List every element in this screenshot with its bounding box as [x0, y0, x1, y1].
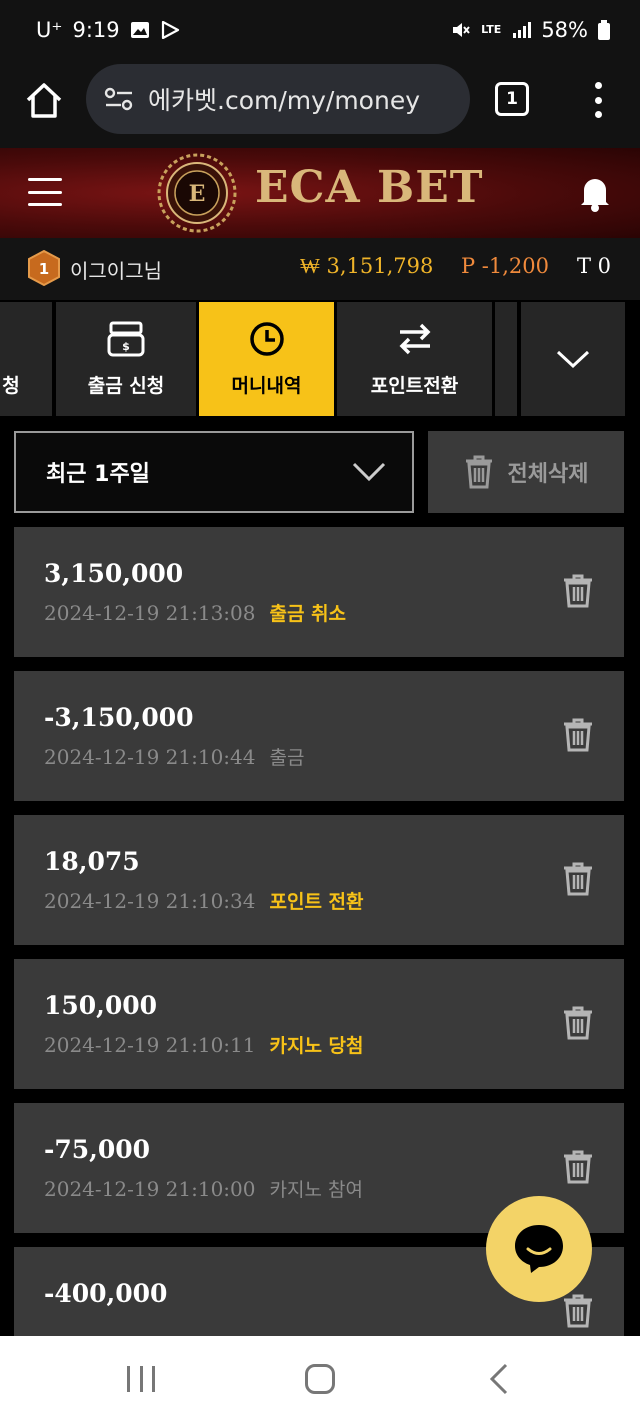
delete-item-trash-icon[interactable]	[562, 1005, 594, 1041]
history-item: 3,150,000 2024-12-19 21:13:08 출금 취소	[14, 527, 624, 657]
tab-money-history[interactable]: 머니내역	[199, 302, 334, 416]
delete-item-trash-icon[interactable]	[562, 573, 594, 609]
tab-more-button[interactable]	[521, 302, 625, 416]
url-text: 에카벳.com/my/money	[148, 86, 421, 115]
play-store-icon	[161, 21, 179, 39]
carrier-label: U⁺	[36, 18, 63, 42]
status-bar: U⁺ 9:19 LTE 58%	[0, 0, 640, 60]
status-left: U⁺ 9:19	[36, 18, 180, 42]
period-select[interactable]: 최근 1주일	[14, 431, 414, 513]
history-type: 카지노 당첨	[269, 1035, 364, 1057]
tab-switcher-button[interactable]: 1	[495, 82, 529, 116]
home-icon[interactable]	[22, 78, 66, 122]
history-datetime-text: 2024-12-19 21:10:11	[44, 1033, 256, 1057]
recent-apps-icon[interactable]	[127, 1366, 155, 1392]
history-datetime-text: 2024-12-19 21:13:08	[44, 601, 256, 625]
delete-item-trash-icon[interactable]	[562, 861, 594, 897]
tab-label: 머니내역	[231, 374, 302, 397]
user-info-bar: 1 이그이그님 ₩ 3,151,798 P -1,200 T 0	[0, 238, 640, 300]
history-datetime-text: 2024-12-19 21:10:34	[44, 889, 256, 913]
level-badge-icon: 1	[28, 250, 60, 286]
level-number: 1	[39, 260, 49, 278]
money-balance[interactable]: ₩ 3,151,798	[300, 254, 433, 279]
history-datetime: 2024-12-19 21:10:11 카지노 당첨	[44, 1031, 364, 1058]
signal-icon	[513, 22, 532, 38]
history-datetime: 2024-12-19 21:10:44 출금	[44, 743, 304, 770]
history-amount: -75,000	[44, 1135, 151, 1164]
tab-withdraw-request[interactable]: $ 출금 신청	[56, 302, 196, 416]
history-item: 18,075 2024-12-19 21:10:34 포인트 전환	[14, 815, 624, 945]
bell-icon[interactable]	[578, 174, 612, 212]
site-header: E ECA BET	[0, 148, 640, 238]
battery-percent: 58%	[541, 18, 588, 42]
tab-label: 포인트전환	[370, 374, 459, 397]
money-menu-tabs: 청 $ 출금 신청 머니내역 포인트전환	[0, 302, 640, 418]
history-type: 출금 취소	[269, 603, 347, 625]
cash-register-icon: $	[107, 321, 145, 356]
history-datetime-text: 2024-12-19 21:10:00	[44, 1177, 256, 1201]
history-amount: 3,150,000	[44, 559, 184, 588]
battery-icon	[598, 20, 610, 40]
chat-bubble-icon	[515, 1225, 563, 1273]
browser-toolbar: 에카벳.com/my/money 1	[0, 60, 640, 148]
point-balance[interactable]: P -1,200	[461, 254, 549, 278]
history-amount: -400,000	[44, 1279, 168, 1308]
ticket-balance[interactable]: T 0	[577, 254, 611, 278]
gallery-icon	[130, 22, 149, 38]
history-datetime: 2024-12-19 21:10:34 포인트 전환	[44, 887, 364, 914]
mute-icon	[453, 23, 470, 37]
tab-deposit-partial[interactable]: 청	[0, 302, 52, 416]
site-settings-icon[interactable]	[104, 86, 134, 112]
address-bar[interactable]: 에카벳.com/my/money	[86, 64, 470, 134]
history-amount: 18,075	[44, 847, 140, 876]
tab-label: 출금 신청	[87, 374, 165, 397]
tab-point-convert[interactable]: 포인트전환	[337, 302, 492, 416]
tab-label: 청	[2, 375, 20, 397]
system-nav-bar	[0, 1336, 640, 1422]
clock: 9:19	[72, 18, 120, 42]
trash-icon	[465, 455, 492, 489]
tab-separator	[495, 302, 517, 416]
period-select-value: 최근 1주일	[46, 462, 150, 487]
history-item: 150,000 2024-12-19 21:10:11 카지노 당첨	[14, 959, 624, 1089]
delete-item-trash-icon[interactable]	[562, 717, 594, 753]
history-amount: 150,000	[44, 991, 158, 1020]
history-type: 출금	[269, 747, 305, 769]
back-icon[interactable]	[486, 1362, 512, 1396]
swap-arrows-icon	[399, 323, 430, 354]
history-amount: -3,150,000	[44, 703, 194, 732]
username[interactable]: 이그이그님	[70, 255, 162, 284]
delete-item-trash-icon[interactable]	[562, 1293, 594, 1329]
browser-menu-icon[interactable]	[588, 80, 608, 120]
live-chat-button[interactable]	[486, 1196, 592, 1302]
chevron-down-icon	[556, 350, 590, 369]
history-type: 포인트 전환	[269, 891, 364, 913]
network-type: LTE	[481, 23, 502, 36]
svg-text:$: $	[122, 340, 130, 353]
logo-text[interactable]: ECA BET	[255, 162, 483, 213]
history-datetime-text: 2024-12-19 21:10:44	[44, 745, 256, 769]
delete-item-trash-icon[interactable]	[562, 1149, 594, 1185]
system-home-icon[interactable]	[305, 1364, 335, 1394]
chevron-down-icon	[352, 462, 386, 482]
logo-emblem[interactable]: E	[156, 152, 238, 234]
history-type: 카지노 참여	[269, 1179, 363, 1201]
history-datetime: 2024-12-19 21:13:08 출금 취소	[44, 599, 346, 626]
logo-emblem-letter: E	[189, 181, 206, 207]
history-datetime: 2024-12-19 21:10:00 카지노 참여	[44, 1175, 363, 1202]
status-right: LTE 58%	[451, 18, 610, 42]
delete-all-button[interactable]: 전체삭제	[428, 431, 624, 513]
delete-all-label: 전체삭제	[507, 462, 589, 487]
history-item: -3,150,000 2024-12-19 21:10:44 출금	[14, 671, 624, 801]
clock-icon	[249, 321, 284, 356]
hamburger-menu-icon[interactable]	[28, 178, 62, 206]
